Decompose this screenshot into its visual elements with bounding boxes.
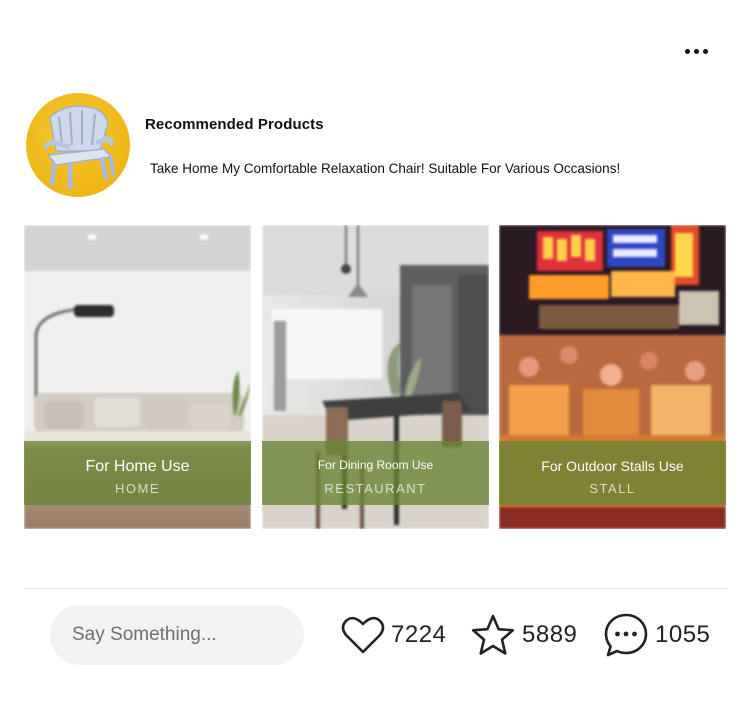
section-title: Recommended Products (145, 116, 324, 133)
comment-input[interactable] (50, 605, 304, 665)
like-count: 7224 (391, 621, 447, 648)
more-horizontal-icon (684, 48, 690, 54)
more-options-button[interactable] (672, 38, 720, 64)
card-home-use[interactable]: For Home Use HOME (24, 225, 251, 529)
like-button[interactable]: 7224 (341, 612, 446, 658)
comment-button[interactable]: 1055 (603, 612, 710, 658)
footer-divider (24, 588, 726, 589)
product-avatar[interactable] (26, 93, 130, 197)
section-subtitle: Take Home My Comfortable Relaxation Chai… (150, 161, 621, 176)
more-dot (693, 48, 699, 54)
chat-bubble-icon (603, 612, 649, 658)
card-dining-room-use[interactable]: For Dining Room Use RESTAURANT (262, 225, 489, 529)
card-subtitle: STALL (589, 481, 636, 496)
card-subtitle: RESTAURANT (324, 481, 427, 496)
comment-count: 1055 (655, 621, 711, 648)
favorite-count: 5889 (522, 621, 578, 648)
heart-icon (341, 615, 385, 655)
card-subtitle: HOME (115, 481, 160, 496)
favorite-button[interactable]: 5889 (470, 612, 577, 658)
card-title: For Home Use (85, 458, 190, 475)
product-header: Recommended Products Take Home My Comfor… (24, 92, 724, 198)
plastic-chair-icon (43, 105, 116, 189)
use-case-cards: For Home Use HOME For Dining Room Use RE… (24, 225, 726, 529)
card-title: For Outdoor Stalls Use (541, 458, 684, 474)
card-outdoor-stalls-use[interactable]: For Outdoor Stalls Use STALL (499, 225, 726, 529)
more-dot (702, 48, 708, 54)
card-title: For Dining Room Use (317, 458, 434, 472)
star-icon (470, 613, 516, 657)
